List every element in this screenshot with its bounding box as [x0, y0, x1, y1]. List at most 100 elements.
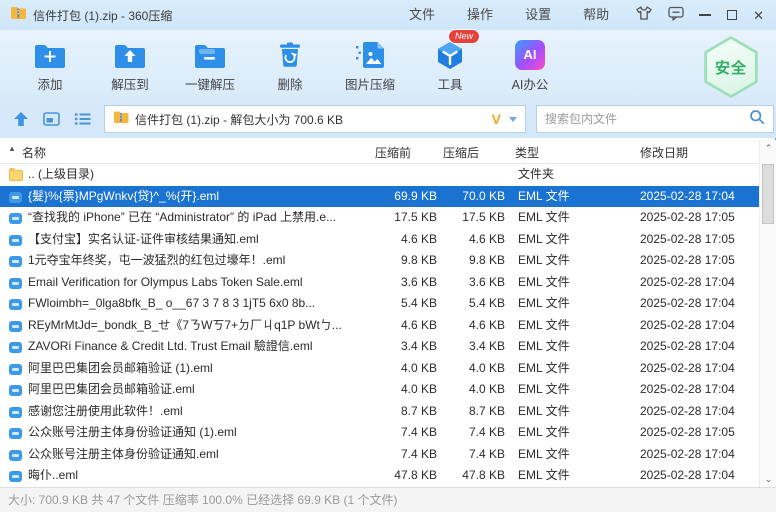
close-button[interactable]: ✕ — [753, 9, 764, 22]
file-row[interactable]: 1元夺宝年终奖，屯一波猛烈的红包过壕年！.eml9.8 KB9.8 KBEML … — [0, 250, 759, 272]
file-date: 2025-02-28 17:04 — [640, 293, 756, 315]
file-before: 3.4 KB — [350, 336, 437, 358]
file-after: 3.4 KB — [437, 336, 505, 358]
eml-file-icon — [9, 471, 22, 482]
file-row[interactable]: FWloimbh=_0lga8bfk_B_ o__67 3 7 8 3 1jT5… — [0, 293, 759, 315]
file-row[interactable]: 阿里巴巴集团会员邮箱验证.eml4.0 KB4.0 KBEML 文件2025-0… — [0, 379, 759, 401]
menu-settings[interactable]: 设置 — [509, 0, 567, 30]
file-type: EML 文件 — [518, 250, 633, 272]
file-name: {髮}%{票}MPgWnkv{贷}^_%{开}.eml — [28, 186, 356, 208]
list-view-icon[interactable] — [73, 110, 92, 128]
file-row[interactable]: 公众账号注册主体身份验证通知.eml7.4 KB7.4 KBEML 文件2025… — [0, 444, 759, 466]
ai-office-button[interactable]: AI AI办公 — [490, 38, 570, 93]
file-before: 4.6 KB — [350, 229, 437, 251]
eml-file-icon — [9, 321, 22, 332]
safety-shield-icon[interactable]: 安全 — [702, 36, 760, 98]
image-compress-button[interactable]: 图片压缩 — [330, 38, 410, 93]
preview-view-icon[interactable] — [42, 110, 61, 128]
sort-ascending-icon[interactable]: ▲ — [8, 144, 16, 153]
menu-actions[interactable]: 操作 — [451, 0, 509, 30]
file-after: 70.0 KB — [437, 186, 505, 208]
file-row[interactable]: 晦仆..eml47.8 KB47.8 KBEML 文件2025-02-28 17… — [0, 465, 759, 487]
eml-file-icon — [9, 364, 22, 375]
minimize-button[interactable] — [699, 14, 711, 16]
file-row[interactable]: 感谢您注册使用此软件！.eml8.7 KB8.7 KBEML 文件2025-02… — [0, 401, 759, 423]
file-date: 2025-02-28 17:05 — [640, 229, 756, 251]
maximize-button[interactable] — [727, 10, 737, 20]
one-click-extract-label: 一键解压 — [185, 74, 235, 93]
search-box — [536, 105, 774, 133]
menu-file[interactable]: 文件 — [393, 0, 451, 30]
file-name: “查找我的 iPhone” 已在 “Administrator” 的 iPad … — [28, 207, 356, 229]
window-title: 信件打包 (1).zip - 360压缩 — [33, 7, 172, 24]
file-before: 4.6 KB — [350, 315, 437, 337]
file-row[interactable]: ZAVORi Finance & Credit Ltd. Trust Email… — [0, 336, 759, 358]
up-directory-icon[interactable] — [12, 110, 30, 128]
file-before: 4.0 KB — [350, 358, 437, 380]
file-type: EML 文件 — [518, 379, 633, 401]
image-compress-icon — [353, 38, 387, 70]
eml-file-icon — [9, 299, 22, 310]
file-type: EML 文件 — [518, 272, 633, 294]
file-date: 2025-02-28 17:04 — [640, 465, 756, 487]
status-bar: 大小: 700.9 KB 共 47 个文件 压缩率 100.0% 已经选择 69… — [0, 487, 776, 512]
add-button[interactable]: 添加 — [10, 38, 90, 93]
file-type: EML 文件 — [518, 315, 633, 337]
status-text: 大小: 700.9 KB 共 47 个文件 压缩率 100.0% 已经选择 69… — [8, 493, 397, 507]
file-before: 7.4 KB — [350, 444, 437, 466]
file-row[interactable]: .. (上级目录)文件夹 — [0, 164, 759, 186]
header-type[interactable]: 类型 — [515, 144, 539, 161]
chevron-down-icon[interactable] — [509, 117, 517, 122]
file-name: 阿里巴巴集团会员邮箱验证 (1).eml — [28, 358, 356, 380]
search-icon[interactable] — [749, 109, 765, 130]
file-after: 7.4 KB — [437, 444, 505, 466]
one-click-extract-button[interactable]: 一键解压 — [170, 38, 250, 93]
table-header: ▲ 名称 压缩前 压缩后 类型 修改日期 — [0, 138, 759, 164]
archive-path-text: 信件打包 (1).zip - 解包大小为 700.6 KB — [135, 111, 492, 128]
theme-shirt-icon[interactable] — [635, 5, 653, 26]
menu-help[interactable]: 帮助 — [567, 0, 625, 30]
header-size-after[interactable]: 压缩后 — [443, 144, 479, 161]
vertical-scrollbar[interactable]: ⌃ ⌄ — [759, 140, 776, 487]
scroll-down-icon[interactable]: ⌄ — [760, 471, 776, 487]
scrollbar-thumb[interactable] — [762, 164, 774, 224]
eml-file-icon — [9, 235, 22, 246]
header-date[interactable]: 修改日期 — [640, 144, 688, 161]
file-row[interactable]: REyMrMtJd=_bondk_B_せ《7ㄋWㄎ7+ㄉ厂ㄐq1P bWtㄅ..… — [0, 315, 759, 337]
file-before: 69.9 KB — [350, 186, 437, 208]
extract-to-button[interactable]: 解压到 — [90, 38, 170, 93]
file-row[interactable]: 【支付宝】实名认证-证件审核结果通知.eml4.6 KB4.6 KBEML 文件… — [0, 229, 759, 251]
header-size-before[interactable]: 压缩前 — [375, 144, 411, 161]
scroll-up-icon[interactable]: ⌃ — [760, 140, 776, 156]
feedback-icon[interactable] — [667, 5, 685, 26]
file-type: EML 文件 — [518, 422, 633, 444]
file-name: 公众账号注册主体身份验证通知 (1).eml — [28, 422, 356, 444]
file-before: 3.6 KB — [350, 272, 437, 294]
address-bar[interactable]: 信件打包 (1).zip - 解包大小为 700.6 KB V — [104, 105, 526, 133]
file-row[interactable]: {髮}%{票}MPgWnkv{贷}^_%{开}.eml69.9 KB70.0 K… — [0, 186, 759, 208]
file-after: 4.0 KB — [437, 358, 505, 380]
file-before: 17.5 KB — [350, 207, 437, 229]
file-type: EML 文件 — [518, 401, 633, 423]
app-zip-icon — [10, 5, 27, 25]
delete-button[interactable]: 删除 — [250, 38, 330, 93]
file-date: 2025-02-28 17:05 — [640, 250, 756, 272]
file-name: FWloimbh=_0lga8bfk_B_ o__67 3 7 8 3 1jT5… — [28, 293, 356, 315]
tools-button[interactable]: New 工具 — [410, 38, 490, 93]
file-row[interactable]: Email Verification for Olympus Labs Toke… — [0, 272, 759, 294]
header-name[interactable]: 名称 — [22, 144, 46, 161]
eml-file-icon — [9, 450, 22, 461]
file-type: EML 文件 — [518, 229, 633, 251]
search-input[interactable] — [545, 112, 749, 126]
eml-file-icon — [9, 256, 22, 267]
file-after: 7.4 KB — [437, 422, 505, 444]
file-date: 2025-02-28 17:04 — [640, 379, 756, 401]
file-row[interactable]: 公众账号注册主体身份验证通知 (1).eml7.4 KB7.4 KBEML 文件… — [0, 422, 759, 444]
menu-bar: 文件 操作 设置 帮助 — [393, 0, 625, 30]
file-row[interactable]: 阿里巴巴集团会员邮箱验证 (1).eml4.0 KB4.0 KBEML 文件20… — [0, 358, 759, 380]
add-folder-icon — [33, 38, 67, 70]
file-type: EML 文件 — [518, 465, 633, 487]
file-date: 2025-02-28 17:04 — [640, 401, 756, 423]
extract-folder-icon — [113, 38, 147, 70]
file-row[interactable]: “查找我的 iPhone” 已在 “Administrator” 的 iPad … — [0, 207, 759, 229]
